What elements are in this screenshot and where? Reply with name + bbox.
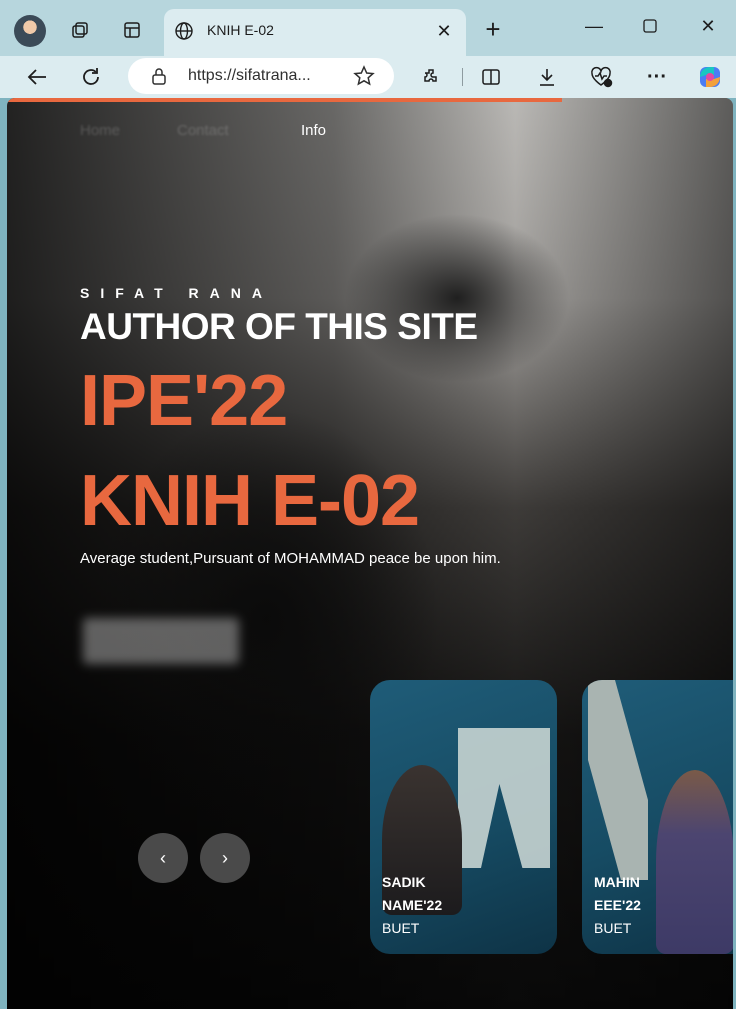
- vertical-tabs-icon[interactable]: [116, 14, 148, 46]
- split-screen-icon[interactable]: [474, 60, 508, 94]
- hero-eyebrow: SIFAT RANA: [80, 285, 273, 301]
- toolbar-divider: [462, 68, 463, 86]
- card-name: MAHIN: [594, 874, 640, 890]
- globe-icon: [173, 20, 195, 42]
- card-university: BUET: [594, 920, 632, 936]
- tab-bar: KNIH E-02 ✕ + — ✕: [0, 0, 736, 56]
- card-caption: MAHIN EEE'22 BUET: [594, 871, 641, 940]
- hero-title-2: KNIH E-02: [80, 461, 420, 541]
- tab-title: KNIH E-02: [207, 22, 274, 38]
- hero-tagline: Average student,Pursuant of MOHAMMAD pea…: [80, 550, 501, 567]
- favorite-star-icon[interactable]: [352, 64, 376, 88]
- hero-title-1: IPE'22: [80, 361, 288, 441]
- close-window-icon[interactable]: ✕: [684, 10, 732, 42]
- nav-link-info[interactable]: Info: [301, 122, 326, 139]
- address-bar[interactable]: https://sifatrana...: [128, 58, 394, 94]
- browser-essentials-icon[interactable]: [584, 60, 618, 94]
- card-caption: SADIK NAME'22 BUET: [382, 871, 442, 940]
- card-logo-mural: [588, 680, 648, 880]
- close-tab-icon[interactable]: ✕: [432, 19, 456, 43]
- new-tab-button[interactable]: +: [478, 14, 508, 44]
- downloads-icon[interactable]: [530, 60, 564, 94]
- back-arrow-icon[interactable]: [20, 60, 54, 94]
- card-person-photo: [656, 770, 733, 954]
- workspaces-icon[interactable]: [64, 14, 96, 46]
- hero-cta-button[interactable]: [83, 618, 239, 664]
- card-university: BUET: [382, 920, 420, 936]
- card-name: SADIK: [382, 874, 426, 890]
- address-toolbar: https://sifatrana... ···: [0, 56, 736, 98]
- lock-icon[interactable]: [150, 67, 168, 85]
- nav-link-home[interactable]: Home: [80, 122, 120, 139]
- more-options-icon[interactable]: ···: [640, 60, 674, 94]
- web-page: Home Contact Info SIFAT RANA AUTHOR OF T…: [7, 98, 733, 1009]
- slide-progress-bar: [7, 98, 562, 102]
- slide-card-sadik[interactable]: SADIK NAME'22 BUET: [370, 680, 557, 954]
- card-dept: EEE'22: [594, 897, 641, 913]
- refresh-icon[interactable]: [74, 60, 108, 94]
- nav-link-contact[interactable]: Contact: [177, 122, 229, 139]
- url-text[interactable]: https://sifatrana...: [188, 67, 311, 85]
- card-dept: NAME'22: [382, 897, 443, 913]
- maximize-icon[interactable]: [626, 10, 674, 42]
- hero-author-line: AUTHOR OF THIS SITE: [80, 306, 478, 347]
- copilot-icon[interactable]: [693, 60, 727, 94]
- prev-slide-button[interactable]: ‹: [138, 833, 188, 883]
- minimize-icon[interactable]: —: [570, 10, 618, 42]
- active-tab[interactable]: KNIH E-02 ✕: [164, 9, 466, 56]
- next-slide-button[interactable]: ›: [200, 833, 250, 883]
- extensions-icon[interactable]: [414, 60, 448, 94]
- profile-avatar[interactable]: [14, 15, 46, 47]
- card-logo-mural: [458, 728, 550, 868]
- slide-card-mahin[interactable]: MAHIN EEE'22 BUET: [582, 680, 733, 954]
